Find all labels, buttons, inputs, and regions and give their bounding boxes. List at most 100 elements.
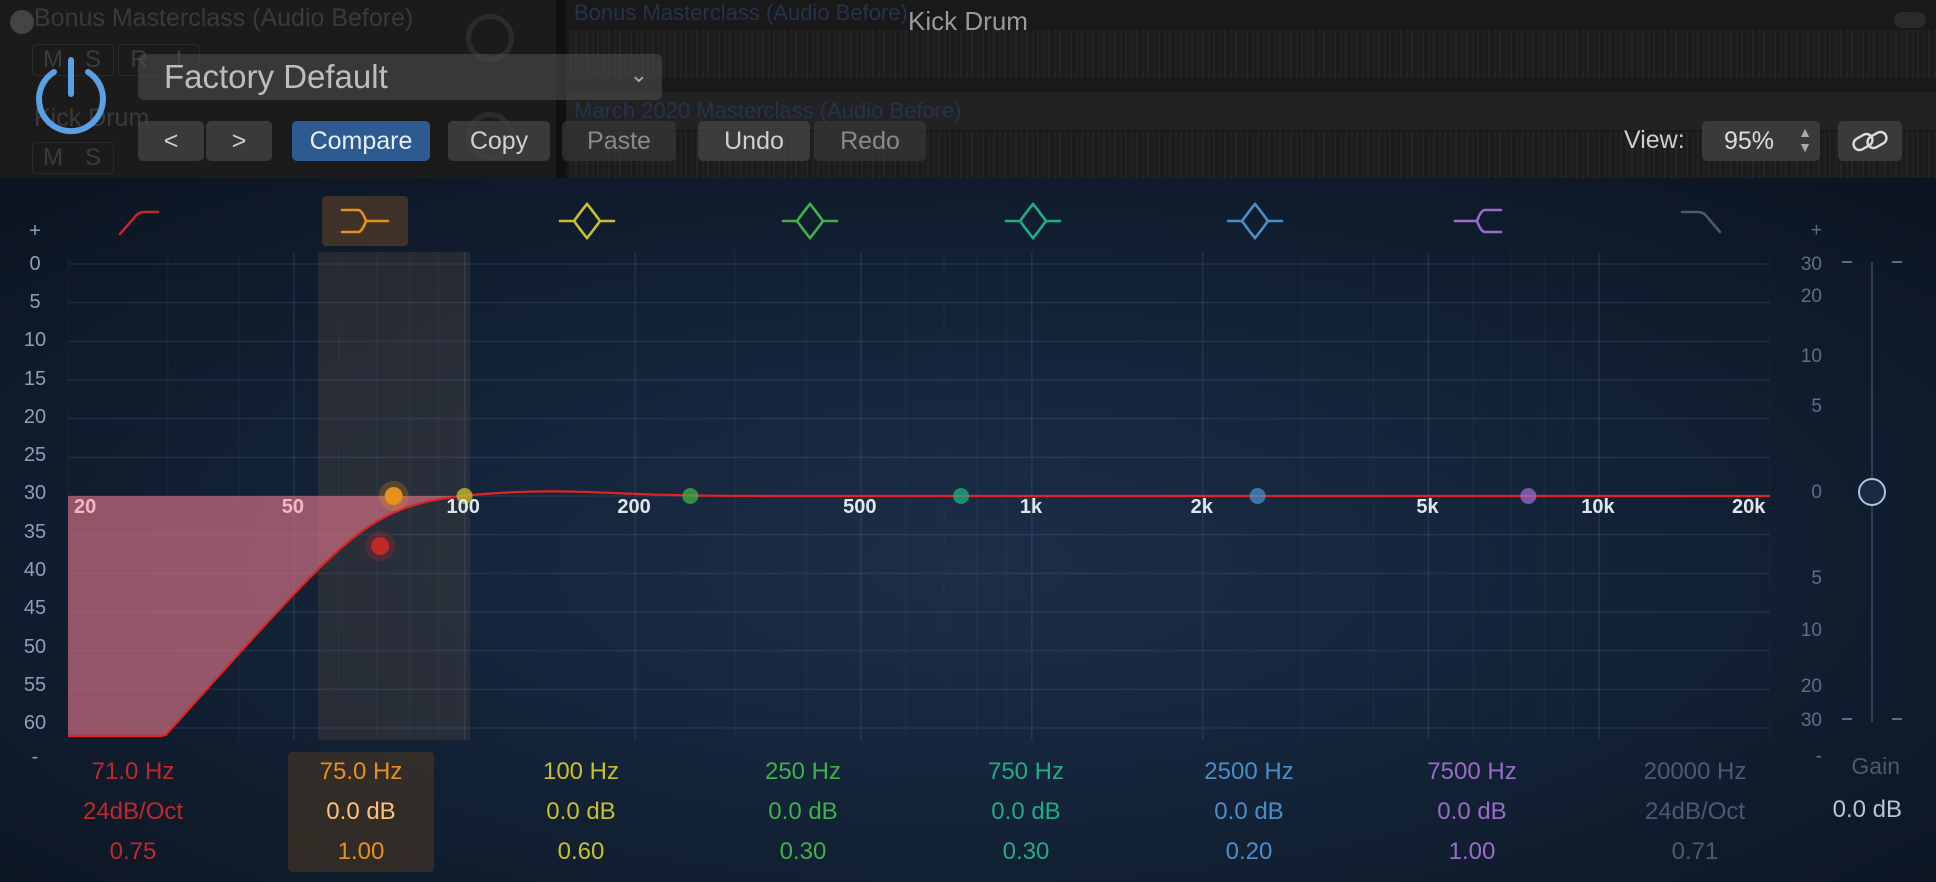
analyzer-scale-label: 20 — [23, 406, 47, 428]
band-7-type-button[interactable] — [1435, 196, 1521, 246]
band-q[interactable]: 0.75 — [60, 832, 206, 872]
power-icon — [36, 57, 106, 135]
eq-gain-scale-label[interactable]: - — [1782, 746, 1822, 768]
analyzer-scale-label[interactable]: - — [10, 746, 60, 769]
view-zoom-stepper[interactable]: 95% ▲ ▼ — [1702, 121, 1820, 161]
band-frequency[interactable]: 20000 Hz — [1622, 752, 1768, 792]
compare-button[interactable]: Compare — [292, 121, 430, 161]
analyzer-scale-label: 60 — [23, 712, 47, 734]
band-gain[interactable]: 24dB/Oct — [1622, 792, 1768, 832]
band-4-handle[interactable] — [682, 488, 699, 504]
band-gain[interactable]: 0.0 dB — [1399, 792, 1545, 832]
eq-gain-scale-label: 5 — [1811, 396, 1822, 417]
analyzer-scale-label: 30 — [23, 482, 47, 504]
frequency-axis-label: 20 — [74, 496, 97, 518]
band-frequency[interactable]: 71.0 Hz — [60, 752, 206, 792]
band-q[interactable]: 0.30 — [730, 832, 876, 872]
high-shelf-icon — [1453, 208, 1503, 234]
band-gain[interactable]: 0.0 dB — [730, 792, 876, 832]
band-7-handle[interactable] — [1520, 488, 1537, 504]
gain-value[interactable]: 0.0 dB — [1818, 796, 1902, 824]
view-zoom-value: 95% — [1724, 126, 1775, 155]
band-gain[interactable]: 0.0 dB — [1176, 792, 1322, 832]
band-frequency[interactable]: 75.0 Hz — [288, 752, 434, 792]
frequency-axis-label: 50 — [281, 496, 304, 518]
eq-gain-scale-label[interactable]: + — [1782, 220, 1822, 242]
gain-fader[interactable] — [1838, 252, 1908, 742]
band-gain[interactable]: 24dB/Oct — [60, 792, 206, 832]
eq-gain-scale-label: 10 — [1800, 346, 1822, 367]
copy-button[interactable]: Copy — [448, 121, 550, 161]
band-q[interactable]: 0.71 — [1622, 832, 1768, 872]
band-3-type-button[interactable] — [544, 196, 630, 246]
analyzer-scale-label: 25 — [23, 444, 47, 466]
band-gain[interactable]: 0.0 dB — [288, 792, 434, 832]
band-frequency[interactable]: 7500 Hz — [1399, 752, 1545, 792]
view-label: View: — [1624, 126, 1685, 154]
band-gain[interactable]: 0.0 dB — [508, 792, 654, 832]
bell-icon — [558, 201, 616, 241]
analyzer-scale-label: 40 — [23, 559, 47, 581]
frequency-axis-label: 10k — [1581, 496, 1615, 518]
frequency-axis-label: 100 — [446, 496, 480, 518]
band-2-type-button[interactable] — [322, 196, 408, 246]
band-6-handle[interactable] — [1249, 488, 1266, 504]
window-title: Kick Drum — [908, 6, 1028, 36]
chevron-down-icon: ⌄ — [629, 62, 648, 87]
preset-name: Factory Default — [164, 58, 388, 95]
frequency-axis-label: 1k — [1019, 496, 1043, 518]
band-gain[interactable]: 0.0 dB — [953, 792, 1099, 832]
background-waveform — [570, 30, 1936, 78]
redo-button[interactable]: Redo — [814, 121, 926, 161]
band-q[interactable]: 0.20 — [1176, 832, 1322, 872]
band-frequency[interactable]: 750 Hz — [953, 752, 1099, 792]
bell-icon — [1226, 201, 1284, 241]
band-handle-halo — [365, 531, 396, 561]
band-4-type-button[interactable] — [767, 196, 853, 246]
gain-fader-handle[interactable] — [1858, 478, 1886, 506]
band-4-parameters: 250 Hz 0.0 dB 0.30 — [730, 752, 876, 872]
eq-gain-scale-label: 20 — [1800, 286, 1822, 307]
band-1-parameters: 71.0 Hz 24dB/Oct 0.75 — [60, 752, 206, 872]
power-button[interactable] — [34, 56, 108, 136]
band-q[interactable]: 1.00 — [288, 832, 434, 872]
band-3-parameters: 100 Hz 0.0 dB 0.60 — [508, 752, 654, 872]
undo-button[interactable]: Undo — [698, 121, 810, 161]
band-frequency[interactable]: 2500 Hz — [1176, 752, 1322, 792]
band-5-handle[interactable] — [953, 488, 970, 504]
band-1-type-button[interactable] — [100, 196, 186, 246]
eq-gain-scale-label: 30 — [1800, 710, 1822, 731]
frequency-axis-label: 20k — [1732, 496, 1766, 518]
band-frequency[interactable]: 100 Hz — [508, 752, 654, 792]
background-mute-solo: MS — [32, 142, 114, 174]
band-8-parameters: 20000 Hz 24dB/Oct 0.71 — [1622, 752, 1768, 872]
frequency-axis-label: 5k — [1416, 496, 1439, 518]
analyzer-scale-label: 50 — [23, 636, 47, 658]
preset-dropdown[interactable]: Factory Default ⌄ — [138, 54, 662, 100]
band-q[interactable]: 1.00 — [1399, 832, 1545, 872]
band-q[interactable]: 0.30 — [953, 832, 1099, 872]
band-5-type-button[interactable] — [990, 196, 1076, 246]
eq-gain-scale-label: 20 — [1800, 676, 1822, 697]
eq-graph[interactable] — [68, 252, 1770, 740]
eq-gain-scale-label: 30 — [1800, 254, 1822, 275]
next-preset-button[interactable]: > — [206, 121, 272, 161]
analyzer-scale-label: 55 — [23, 674, 47, 696]
low-cut-icon — [118, 210, 160, 236]
frequency-axis-label: 2k — [1190, 496, 1213, 518]
previous-preset-button[interactable]: < — [138, 121, 204, 161]
stepper-arrows-icon: ▲ ▼ — [1798, 124, 1812, 155]
analyzer-scale-label[interactable]: + — [10, 220, 60, 243]
paste-button[interactable]: Paste — [562, 121, 676, 161]
band-frequency[interactable]: 250 Hz — [730, 752, 876, 792]
analyzer-scale-label: 0 — [29, 253, 41, 275]
band-8-type-button[interactable] — [1658, 196, 1744, 246]
low-shelf-icon — [340, 208, 390, 234]
window-close-button[interactable] — [1894, 12, 1926, 28]
analyzer-scale-label: 15 — [23, 368, 47, 390]
band-6-type-button[interactable] — [1212, 196, 1298, 246]
link-button[interactable] — [1838, 121, 1902, 161]
high-cut-icon — [1680, 210, 1722, 234]
analyzer-scale-label: 5 — [29, 291, 41, 313]
band-q[interactable]: 0.60 — [508, 832, 654, 872]
